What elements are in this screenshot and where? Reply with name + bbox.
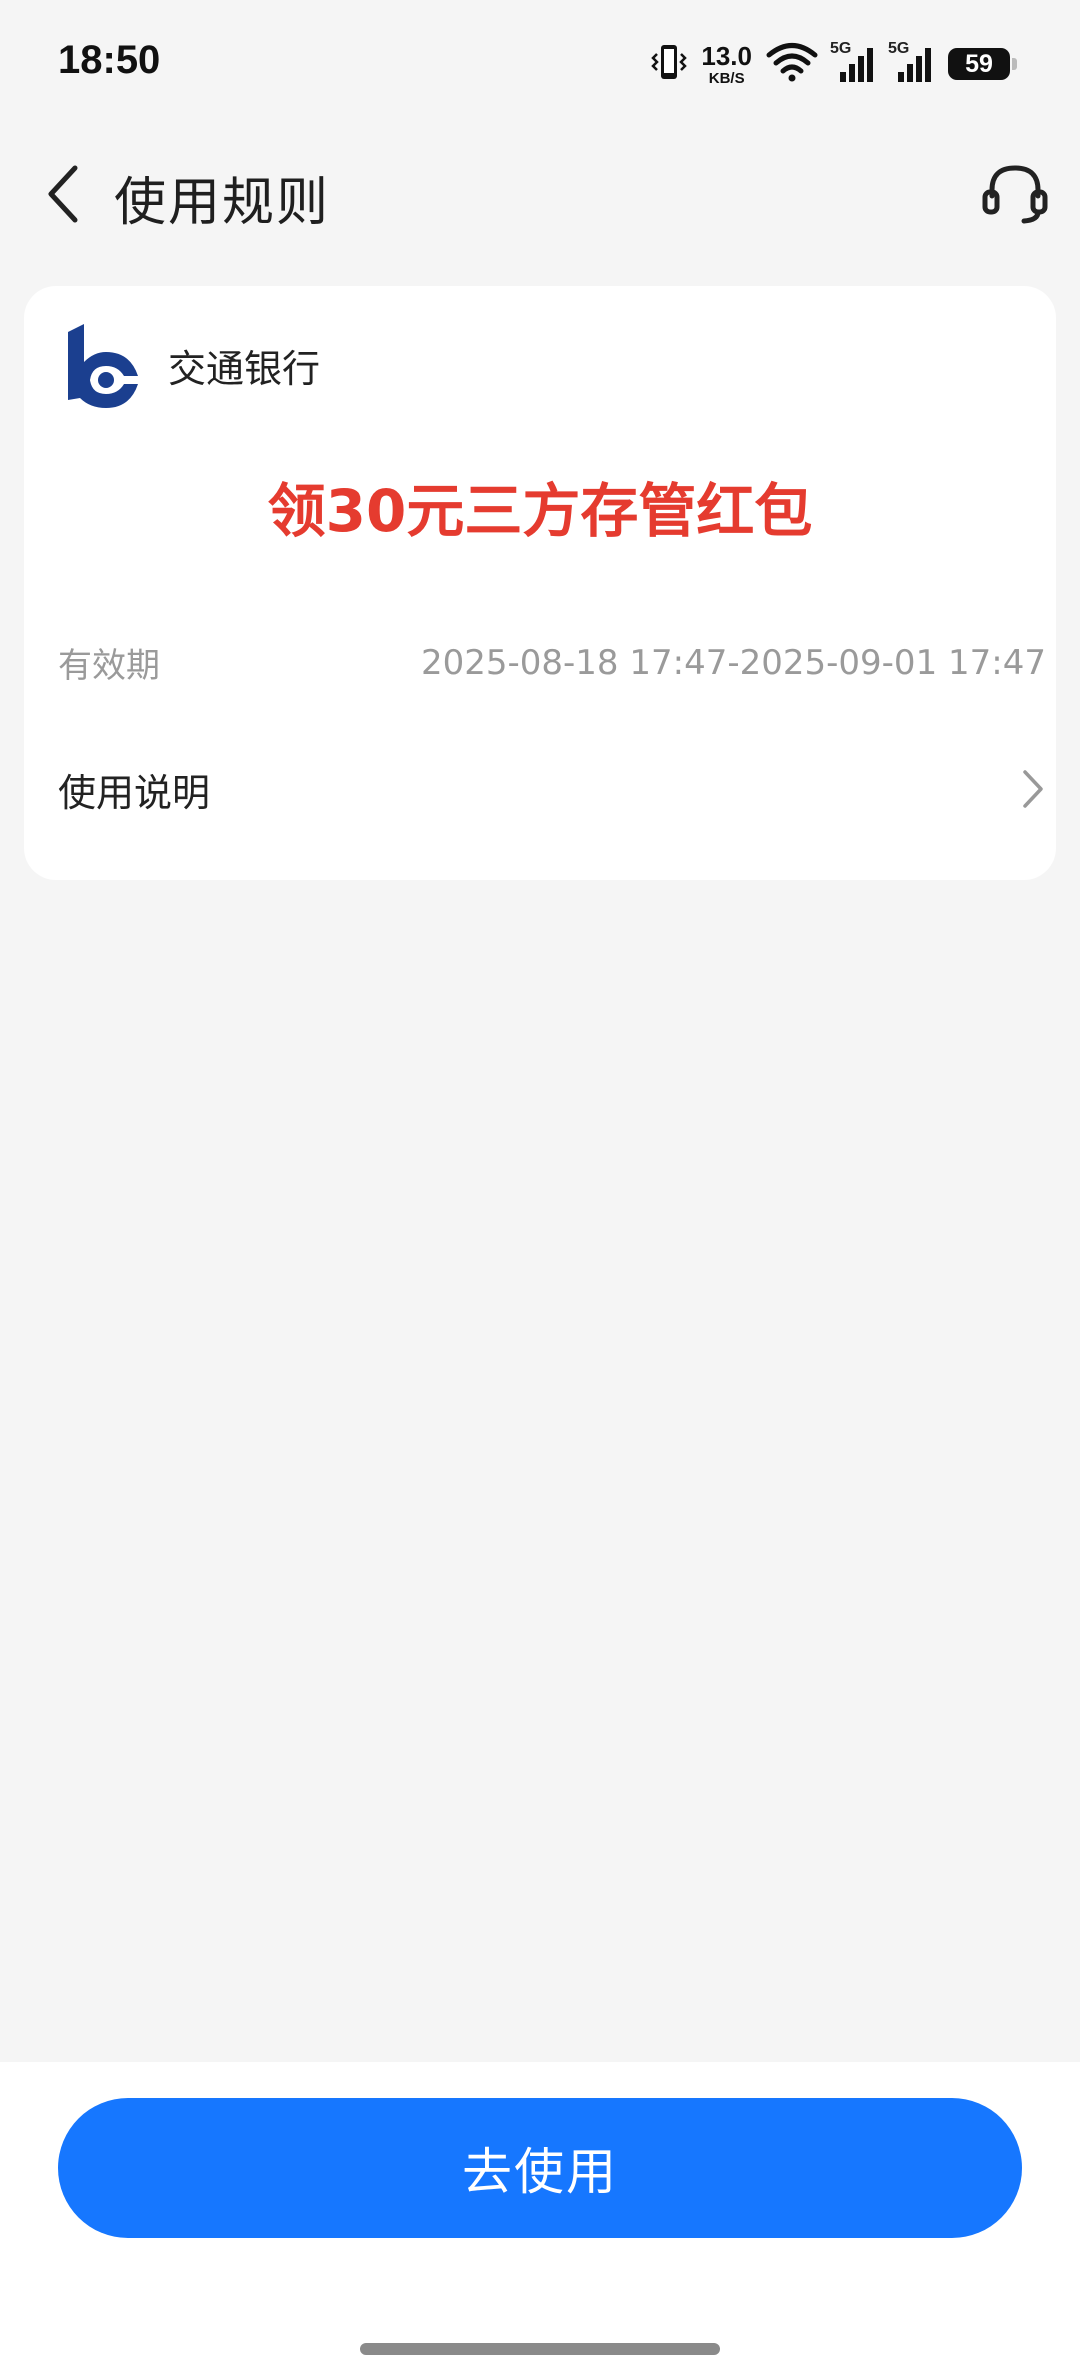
home-indicator[interactable] — [360, 2343, 720, 2355]
usage-instructions-row[interactable]: 使用说明 — [58, 756, 1046, 822]
signal-sim2-icon: 5G — [888, 40, 934, 84]
offer-title: 领30元三方存管红包 — [267, 477, 813, 545]
bank-name: 交通银行 — [168, 346, 321, 391]
bottom-action-bar: 去使用 — [0, 2062, 1080, 2376]
back-arrow-icon — [48, 165, 78, 223]
network-speed: 13.0 KB/S — [701, 40, 752, 87]
validity-label: 有效期 — [58, 646, 160, 686]
validity-value: 2025-08-18 17:47-2025-09-01 17:47 — [420, 642, 1046, 683]
customer-service-headset-icon — [982, 165, 1048, 224]
back-button[interactable] — [28, 156, 98, 232]
status-icons: 13.0 KB/S 5G 5G 59 — [651, 40, 1017, 88]
use-now-button[interactable]: 去使用 — [58, 2098, 1022, 2238]
vibrate-icon — [651, 42, 688, 86]
coupon-card: 交通银行 领30元三方存管红包 有效期 2025-08-18 17:47-202… — [24, 286, 1056, 880]
usage-instructions-label: 使用说明 — [58, 770, 211, 815]
chevron-right-icon — [1023, 770, 1043, 808]
signal-sim1-icon: 5G — [830, 40, 876, 84]
bank-logo-icon — [68, 324, 138, 408]
status-time: 18:50 — [58, 38, 161, 82]
wifi-icon — [766, 42, 818, 86]
customer-service-button[interactable] — [976, 154, 1054, 232]
validity-row: 有效期 2025-08-18 17:47-2025-09-01 17:47 — [58, 638, 1046, 687]
bank-info: 交通银行 — [60, 322, 320, 408]
top-nav-bar: 使用规则 — [0, 130, 1080, 260]
status-bar: 18:50 13.0 KB/S 5G 5G 59 — [0, 0, 1080, 130]
page-title: 使用规则 — [114, 173, 331, 233]
battery-icon: 59 — [948, 48, 1017, 80]
